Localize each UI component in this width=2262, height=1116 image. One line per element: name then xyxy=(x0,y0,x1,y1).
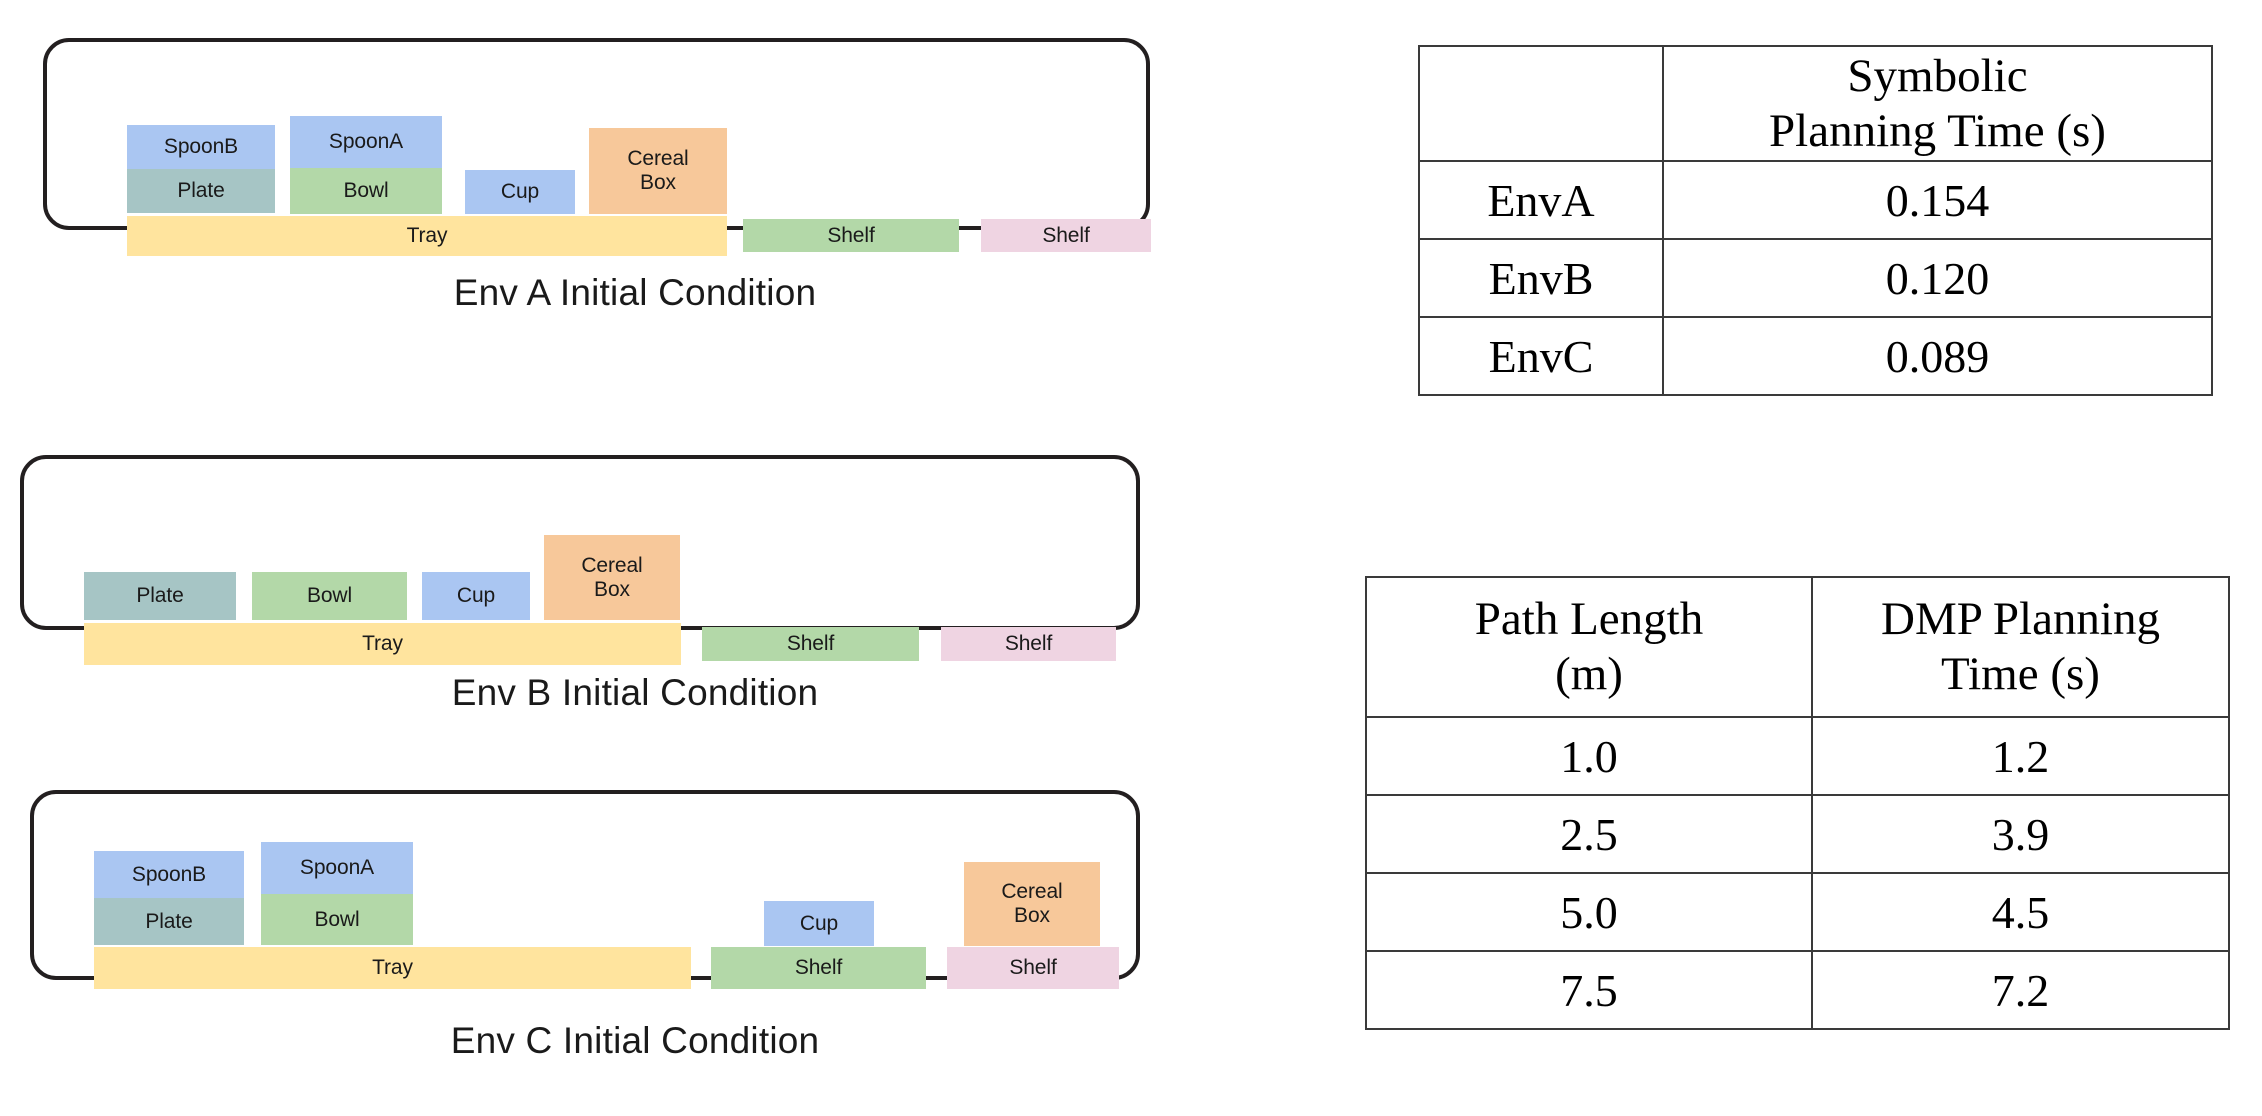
env-a-block-cup: Cup xyxy=(465,170,575,214)
table-row: 1.0 1.2 xyxy=(1365,716,2230,796)
env-c-panel: SpoonB Plate SpoonA Bowl Cup Cereal Box Tray Sh… xyxy=(30,790,1140,989)
table-cell: 2.5 xyxy=(1365,794,1813,874)
env-c-block-tray: Tray xyxy=(94,947,691,989)
env-b-block-cerealbox: Cereal Box xyxy=(544,535,680,620)
env-b-caption: Env B Initial Condition xyxy=(451,672,819,713)
symbolic-planning-time-table: Symbolic Planning Time (s) EnvA 0.154 EnvB… xyxy=(1418,44,2213,397)
env-a-block-plate: Plate xyxy=(127,169,275,213)
table-row: 5.0 4.5 xyxy=(1365,872,2230,952)
table-cell: 0.120 xyxy=(1662,238,2213,319)
dmp-planning-time-table: Path Length (m) DMP Planning Time (s) 1.… xyxy=(1365,576,2230,1030)
env-a-block-bowl: Bowl xyxy=(290,168,442,214)
env-b-block-cup: Cup xyxy=(422,572,530,620)
table-row: EnvA 0.154 xyxy=(1418,160,2213,241)
table-cell: 0.089 xyxy=(1662,316,2213,397)
table-cell: EnvC xyxy=(1418,316,1664,397)
env-b-block-shelf-green: Shelf xyxy=(702,627,919,661)
table-row: 2.5 3.9 xyxy=(1365,794,2230,874)
env-a-block-cerealbox: Cereal Box xyxy=(589,128,727,214)
dmp-header-planning-time: DMP Planning Time (s) xyxy=(1811,576,2230,718)
env-a-block-tray: Tray xyxy=(127,216,727,256)
env-a-panel: SpoonB Plate SpoonA Bowl Cup Cereal Box Tray Sh… xyxy=(43,38,1151,256)
symbolic-header-env xyxy=(1418,44,1664,163)
env-c-block-cerealbox: Cereal Box xyxy=(964,862,1100,946)
tables-column: Symbolic Planning Time (s) EnvA 0.154 EnvB… xyxy=(1270,0,2262,1116)
table-header-row: Symbolic Planning Time (s) xyxy=(1418,44,2213,163)
env-c-block-plate: Plate xyxy=(94,898,244,945)
table-cell: 4.5 xyxy=(1811,872,2230,952)
dmp-table-head: Path Length (m) DMP Planning Time (s) xyxy=(1365,576,2230,718)
env-c-block-shelf-green: Shelf xyxy=(711,947,926,989)
env-a-caption: Env A Initial Condition xyxy=(453,272,817,313)
env-c-block-shelf-pink: Shelf xyxy=(947,947,1119,989)
table-cell: 7.2 xyxy=(1811,950,2230,1030)
table-header-row: Path Length (m) DMP Planning Time (s) xyxy=(1365,576,2230,718)
table-cell: 1.2 xyxy=(1811,716,2230,796)
table-row: 7.5 7.2 xyxy=(1365,950,2230,1030)
env-b-panel: Plate Bowl Cup Cereal Box Tray Shelf Shelf xyxy=(20,455,1140,665)
table-row: EnvC 0.089 xyxy=(1418,316,2213,397)
symbolic-header-time: Symbolic Planning Time (s) xyxy=(1662,44,2213,163)
env-b-block-bowl: Bowl xyxy=(252,572,407,620)
symbolic-table-body: EnvA 0.154 EnvB 0.120 EnvC 0.089 xyxy=(1418,160,2213,397)
env-a-block-shelf-green: Shelf xyxy=(743,219,959,252)
env-a-block-spoona: SpoonA xyxy=(290,116,442,168)
table-cell: 7.5 xyxy=(1365,950,1813,1030)
env-c-block-spoonb: SpoonB xyxy=(94,851,244,898)
symbolic-table-head: Symbolic Planning Time (s) xyxy=(1418,44,2213,163)
env-c-caption: Env C Initial Condition xyxy=(450,1020,820,1061)
env-b-block-plate: Plate xyxy=(84,572,236,620)
table-cell: EnvB xyxy=(1418,238,1664,319)
table-cell: 5.0 xyxy=(1365,872,1813,952)
env-b-block-shelf-pink: Shelf xyxy=(941,627,1116,661)
env-b-block-tray: Tray xyxy=(84,623,681,665)
env-c-block-spoona: SpoonA xyxy=(261,842,413,894)
dmp-header-path-length: Path Length (m) xyxy=(1365,576,1813,718)
dmp-table-body: 1.0 1.2 2.5 3.9 5.0 4.5 7.5 7.2 xyxy=(1365,716,2230,1030)
env-a-block-shelf-pink: Shelf xyxy=(981,219,1151,252)
table-row: EnvB 0.120 xyxy=(1418,238,2213,319)
table-cell: EnvA xyxy=(1418,160,1664,241)
env-c-block-bowl: Bowl xyxy=(261,894,413,945)
table-cell: 1.0 xyxy=(1365,716,1813,796)
table-cell: 3.9 xyxy=(1811,794,2230,874)
environment-diagrams-column: SpoonB Plate SpoonA Bowl Cup Cereal Box Tray Sh… xyxy=(0,0,1270,1116)
table-cell: 0.154 xyxy=(1662,160,2213,241)
env-c-block-cup: Cup xyxy=(764,901,874,946)
env-a-block-spoonb: SpoonB xyxy=(127,125,275,169)
